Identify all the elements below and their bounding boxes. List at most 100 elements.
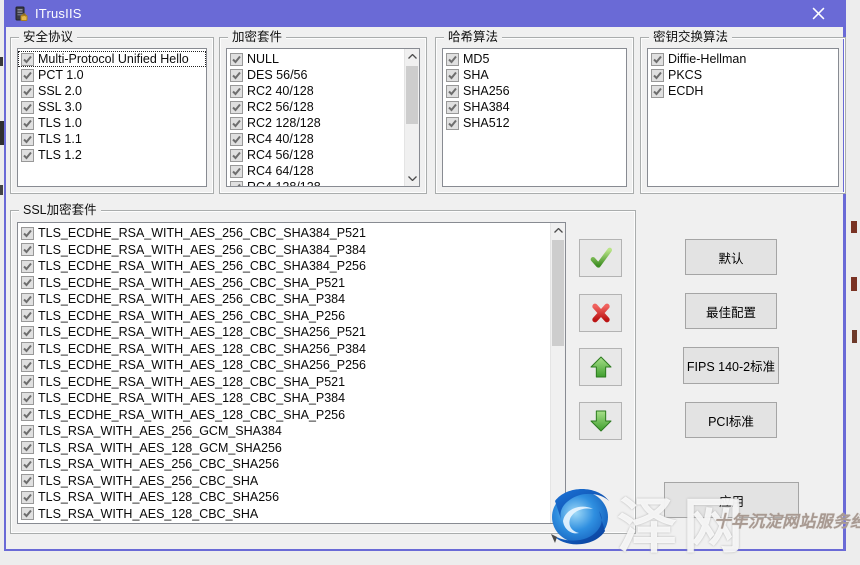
list-item[interactable]: TLS_ECDHE_RSA_WITH_AES_256_CBC_SHA384_P3… [18, 242, 565, 259]
checked-checkbox-icon[interactable] [21, 507, 34, 520]
key-exchange-list[interactable]: Diffie-HellmanPKCSECDH [647, 48, 839, 187]
ssl-suites-list[interactable]: TLS_ECDHE_RSA_WITH_AES_256_CBC_SHA384_P5… [17, 222, 566, 524]
scroll-thumb[interactable] [552, 240, 564, 346]
checked-checkbox-icon[interactable] [446, 53, 459, 66]
apply-button[interactable]: 应用 [664, 482, 799, 518]
list-item[interactable]: ECDH [648, 83, 838, 99]
checked-checkbox-icon[interactable] [21, 458, 34, 471]
checked-checkbox-icon[interactable] [21, 375, 34, 388]
list-item[interactable]: TLS_ECDHE_RSA_WITH_AES_256_CBC_SHA384_P2… [18, 258, 565, 275]
list-item[interactable]: TLS 1.1 [18, 131, 206, 147]
checked-checkbox-icon[interactable] [21, 293, 34, 306]
list-item[interactable]: PKCS [648, 67, 838, 83]
list-item[interactable]: RC4 40/128 [227, 131, 419, 147]
checked-checkbox-icon[interactable] [21, 243, 34, 256]
checked-checkbox-icon[interactable] [21, 392, 34, 405]
ssl-scrollbar[interactable] [550, 223, 565, 523]
checked-checkbox-icon[interactable] [651, 69, 664, 82]
list-item[interactable]: SHA256 [443, 83, 626, 99]
list-item[interactable]: TLS_RSA_WITH_AES_128_CBC_SHA [18, 506, 565, 523]
scroll-down-icon[interactable] [405, 171, 419, 186]
checked-checkbox-icon[interactable] [21, 408, 34, 421]
list-item[interactable]: RC4 56/128 [227, 147, 419, 163]
list-item[interactable]: TLS_RSA_WITH_AES_256_CBC_SHA [18, 473, 565, 490]
checked-checkbox-icon[interactable] [230, 69, 243, 82]
list-item[interactable]: PCT 1.0 [18, 67, 206, 83]
checked-checkbox-icon[interactable] [230, 85, 243, 98]
list-item[interactable]: RC2 128/128 [227, 115, 419, 131]
list-item[interactable]: RC4 128/128 [227, 179, 419, 187]
list-item[interactable]: TLS_ECDHE_RSA_WITH_AES_128_CBC_SHA_P384 [18, 390, 565, 407]
default-button[interactable]: 默认 [685, 239, 777, 275]
checked-checkbox-icon[interactable] [21, 85, 34, 98]
list-item[interactable]: RC4 64/128 [227, 163, 419, 179]
list-item[interactable]: TLS_ECDHE_RSA_WITH_AES_256_CBC_SHA_P256 [18, 308, 565, 325]
list-item[interactable]: TLS_ECDHE_RSA_WITH_AES_128_CBC_SHA256_P2… [18, 357, 565, 374]
checked-checkbox-icon[interactable] [230, 101, 243, 114]
hashes-list[interactable]: MD5SHASHA256SHA384SHA512 [442, 48, 627, 187]
list-item[interactable]: MD5 [443, 51, 626, 67]
protocols-list[interactable]: Multi-Protocol Unified HelloPCT 1.0SSL 2… [17, 48, 207, 187]
checked-checkbox-icon[interactable] [21, 491, 34, 504]
checked-checkbox-icon[interactable] [21, 260, 34, 273]
list-item[interactable]: SHA384 [443, 99, 626, 115]
close-button[interactable] [801, 0, 835, 27]
best-config-button[interactable]: 最佳配置 [685, 293, 777, 329]
checked-checkbox-icon[interactable] [230, 181, 243, 188]
list-item[interactable]: TLS_ECDHE_RSA_WITH_AES_128_CBC_SHA256_P5… [18, 324, 565, 341]
list-item[interactable]: TLS_ECDHE_RSA_WITH_AES_128_CBC_SHA256_P3… [18, 341, 565, 358]
list-item[interactable]: TLS_RSA_WITH_AES_128_CBC_SHA256 [18, 489, 565, 506]
checked-checkbox-icon[interactable] [21, 149, 34, 162]
list-item[interactable]: TLS_ECDHE_RSA_WITH_AES_128_CBC_SHA_P256 [18, 407, 565, 424]
list-item[interactable]: NULL [227, 51, 419, 67]
checked-checkbox-icon[interactable] [21, 326, 34, 339]
checked-checkbox-icon[interactable] [446, 117, 459, 130]
list-item[interactable]: RC2 56/128 [227, 99, 419, 115]
checked-checkbox-icon[interactable] [21, 359, 34, 372]
move-down-button[interactable] [579, 402, 622, 440]
list-item[interactable]: TLS_ECDHE_RSA_WITH_AES_256_CBC_SHA_P384 [18, 291, 565, 308]
checked-checkbox-icon[interactable] [230, 165, 243, 178]
checked-checkbox-icon[interactable] [21, 276, 34, 289]
ciphers-scrollbar[interactable] [404, 49, 419, 186]
list-item[interactable]: RC2 40/128 [227, 83, 419, 99]
list-item[interactable]: Multi-Protocol Unified Hello [18, 51, 206, 67]
list-item[interactable]: SHA512 [443, 115, 626, 131]
checked-checkbox-icon[interactable] [21, 101, 34, 114]
checked-checkbox-icon[interactable] [21, 342, 34, 355]
checked-checkbox-icon[interactable] [21, 309, 34, 322]
scroll-down-icon[interactable] [551, 508, 565, 523]
list-item[interactable]: SHA [443, 67, 626, 83]
checked-checkbox-icon[interactable] [446, 85, 459, 98]
list-item[interactable]: TLS_ECDHE_RSA_WITH_AES_128_CBC_SHA_P521 [18, 374, 565, 391]
title-bar[interactable]: ITrusIIS [6, 0, 843, 27]
list-item[interactable]: TLS_ECDHE_RSA_WITH_AES_256_CBC_SHA384_P5… [18, 225, 565, 242]
list-item[interactable]: TLS_RSA_WITH_AES_128_GCM_SHA256 [18, 440, 565, 457]
checked-checkbox-icon[interactable] [651, 53, 664, 66]
fips-140-2-button[interactable]: FIPS 140-2标准 [683, 347, 779, 384]
remove-button[interactable] [579, 294, 622, 332]
checked-checkbox-icon[interactable] [21, 53, 34, 66]
list-item[interactable]: DES 56/56 [227, 67, 419, 83]
pci-standard-button[interactable]: PCI标准 [685, 402, 777, 438]
list-item[interactable]: TLS_RSA_WITH_AES_256_GCM_SHA384 [18, 423, 565, 440]
checked-checkbox-icon[interactable] [21, 227, 34, 240]
checked-checkbox-icon[interactable] [230, 117, 243, 130]
checked-checkbox-icon[interactable] [230, 133, 243, 146]
checked-checkbox-icon[interactable] [21, 441, 34, 454]
move-up-button[interactable] [579, 348, 622, 386]
list-item[interactable]: TLS 1.2 [18, 147, 206, 163]
checked-checkbox-icon[interactable] [21, 474, 34, 487]
checked-checkbox-icon[interactable] [651, 85, 664, 98]
checked-checkbox-icon[interactable] [446, 101, 459, 114]
checked-checkbox-icon[interactable] [21, 69, 34, 82]
scroll-up-icon[interactable] [551, 223, 565, 238]
confirm-button[interactable] [579, 239, 622, 277]
list-item[interactable]: TLS_RSA_WITH_AES_256_CBC_SHA256 [18, 456, 565, 473]
list-item[interactable]: Diffie-Hellman [648, 51, 838, 67]
scroll-up-icon[interactable] [405, 49, 419, 64]
checked-checkbox-icon[interactable] [230, 53, 243, 66]
list-item[interactable]: TLS_RSA_WITH_3DES_EDE_CBC_SHA [18, 522, 565, 524]
checked-checkbox-icon[interactable] [230, 149, 243, 162]
scroll-thumb[interactable] [406, 66, 418, 124]
